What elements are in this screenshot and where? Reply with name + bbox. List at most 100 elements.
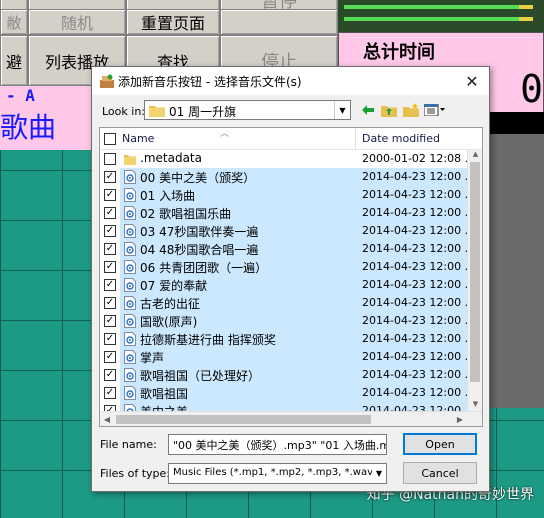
file-name: 03 47秒国歌伴奏一遍 (140, 225, 259, 239)
audio-file-icon (124, 170, 136, 184)
file-date: 2014-04-23 12:00 ... (362, 278, 476, 291)
file-checkbox[interactable] (104, 153, 116, 165)
dialog-titlebar[interactable]: 添加新音乐按钮 - 选择音乐文件(s) ✕ (92, 67, 489, 95)
file-row[interactable]: .metadata 2000-01-02 12:08 ... (100, 150, 475, 168)
file-date: 2014-04-23 12:00 ... (362, 350, 476, 363)
column-separator[interactable] (355, 128, 356, 150)
audio-file-icon (124, 386, 136, 400)
file-list[interactable]: Name ︿ Date modified .metadata 2000-01-02… (99, 127, 483, 427)
file-row[interactable]: ✓ 歌唱祖国 2014-04-23 12:00 ... (100, 384, 475, 402)
file-name: 07 爱的奉献 (140, 279, 208, 293)
folder-icon (124, 155, 136, 165)
file-checkbox[interactable]: ✓ (104, 279, 116, 291)
audio-file-icon (124, 368, 136, 382)
app-icon (100, 74, 114, 88)
file-row[interactable]: ✓ 古老的出征 2014-04-23 12:00 ... (100, 294, 475, 312)
file-checkbox[interactable]: ✓ (104, 387, 116, 399)
file-name: 古老的出征 (140, 297, 201, 311)
file-row[interactable]: ✓ 04 48秒国歌合唱一遍 2014-04-23 12:00 ... (100, 240, 475, 258)
chevron-down-icon[interactable]: ▼ (334, 101, 350, 119)
file-checkbox[interactable]: ✓ (104, 351, 116, 363)
audio-file-icon (124, 224, 136, 238)
file-row[interactable]: ✓ 01 入场曲 2014-04-23 12:00 ... (100, 186, 475, 204)
open-button[interactable]: Open (403, 433, 477, 455)
bg-button-avoid[interactable]: 避 (0, 35, 28, 86)
lookin-value: 01 周一升旗 (169, 105, 237, 119)
new-folder-icon (403, 103, 419, 117)
file-row[interactable]: ✓ 拉德斯基进行曲 指挥颁奖 2014-04-23 12:00 ... (100, 330, 475, 348)
view-menu-icon (424, 104, 445, 116)
file-row[interactable]: ✓ 00 美中之美（颁奖） 2014-04-23 12:00 ... (100, 168, 475, 186)
filetype-select[interactable]: Music Files (*.mp1, *.mp2, *.mp3, *.wav,… (168, 463, 387, 484)
vertical-scrollbar[interactable]: ▲ ▼ (467, 150, 482, 412)
file-list-header: Name ︿ Date modified (100, 128, 482, 150)
column-date-header[interactable]: Date modified (362, 132, 440, 145)
file-checkbox[interactable]: ✓ (104, 243, 116, 255)
view-menu-button[interactable] (423, 101, 447, 119)
horizontal-scrollbar[interactable]: ◀ ▶ (100, 411, 482, 426)
file-row[interactable]: ✓ 07 爱的奉献 2014-04-23 12:00 ... (100, 276, 475, 294)
folder-icon (149, 106, 165, 117)
file-date: 2014-04-23 12:00 ... (362, 224, 476, 237)
horizontal-scroll-thumb[interactable] (116, 415, 371, 424)
file-checkbox[interactable]: ✓ (104, 171, 116, 183)
lookin-select[interactable]: 01 周一升旗 ▼ (144, 100, 351, 120)
chevron-down-icon[interactable]: ▼ (372, 464, 386, 483)
file-row[interactable]: ✓ 06 共青团团歌（一遍） 2014-04-23 12:00 ... (100, 258, 475, 276)
file-name: 00 美中之美（颁奖） (140, 171, 256, 185)
cancel-button[interactable]: Cancel (403, 462, 477, 484)
file-checkbox[interactable]: ✓ (104, 333, 116, 345)
file-checkbox[interactable]: ✓ (104, 297, 116, 309)
file-name: 国歌(原声) (140, 315, 198, 329)
back-arrow-icon (362, 105, 374, 115)
file-checkbox[interactable]: ✓ (104, 261, 116, 273)
file-rows: .metadata 2000-01-02 12:08 ... ✓ 00 美中之美（颁奖… (100, 150, 475, 420)
audio-file-icon (124, 314, 136, 328)
filetype-value: Music Files (*.mp1, *.mp2, *.mp3, *.wav,… (173, 467, 387, 478)
select-all-checkbox[interactable] (104, 133, 116, 145)
file-row[interactable]: ✓ 02 歌唱祖国乐曲 2014-04-23 12:00 ... (100, 204, 475, 222)
sort-up-icon: ︿ (220, 129, 230, 139)
right-gray-column (482, 134, 544, 408)
filename-input[interactable]: "00 美中之美（颁奖）.mp3" "01 入场曲.mp3" (168, 434, 387, 455)
bg-button-random[interactable]: 随机 (28, 9, 126, 35)
lookin-label: Look in: (102, 105, 145, 118)
close-button[interactable]: ✕ (455, 67, 489, 95)
file-name: .metadata (140, 151, 202, 165)
bg-button-blank[interactable] (220, 9, 338, 35)
meter-peak-left (519, 5, 533, 9)
scroll-right-icon[interactable]: ▶ (453, 412, 467, 426)
close-icon: ✕ (465, 71, 479, 91)
file-name: 02 歌唱祖国乐曲 (140, 207, 232, 221)
scroll-up-icon[interactable]: ▲ (468, 150, 482, 162)
bg-button-reset-page[interactable]: 重置页面 (126, 9, 220, 35)
file-row[interactable]: ✓ 掌声 2014-04-23 12:00 ... (100, 348, 475, 366)
total-time-digit: 0 (520, 67, 543, 111)
vertical-scroll-thumb[interactable] (470, 162, 480, 382)
file-row[interactable]: ✓ 国歌(原声) 2014-04-23 12:00 ... (100, 312, 475, 330)
back-button[interactable] (359, 101, 377, 119)
meter-bar-left (344, 5, 519, 9)
file-checkbox[interactable]: ✓ (104, 225, 116, 237)
file-name: 拉德斯基进行曲 指挥颁奖 (140, 333, 276, 347)
file-date: 2000-01-02 12:08 ... (362, 152, 476, 165)
file-date: 2014-04-23 12:00 ... (362, 188, 476, 201)
audio-file-icon (124, 188, 136, 202)
file-checkbox[interactable]: ✓ (104, 315, 116, 327)
file-row[interactable]: ✓ 03 47秒国歌伴奏一遍 2014-04-23 12:00 ... (100, 222, 475, 240)
file-date: 2014-04-23 12:00 ... (362, 332, 476, 345)
file-checkbox[interactable]: ✓ (104, 369, 116, 381)
scroll-left-icon[interactable]: ◀ (100, 412, 114, 426)
file-date: 2014-04-23 12:00 ... (362, 260, 476, 273)
audio-file-icon (124, 332, 136, 346)
new-folder-button[interactable] (401, 101, 421, 119)
column-name-header[interactable]: Name (122, 132, 154, 145)
audio-file-icon (124, 278, 136, 292)
file-row[interactable]: ✓ 歌唱祖国（已处理好） 2014-04-23 12:00 ... (100, 366, 475, 384)
filetype-label: Files of type: (100, 467, 171, 480)
bg-button-partial[interactable]: 敝 (0, 9, 28, 35)
file-checkbox[interactable]: ✓ (104, 207, 116, 219)
up-folder-button[interactable] (379, 101, 399, 119)
file-checkbox[interactable]: ✓ (104, 189, 116, 201)
dialog-title: 添加新音乐按钮 - 选择音乐文件(s) (118, 75, 302, 89)
